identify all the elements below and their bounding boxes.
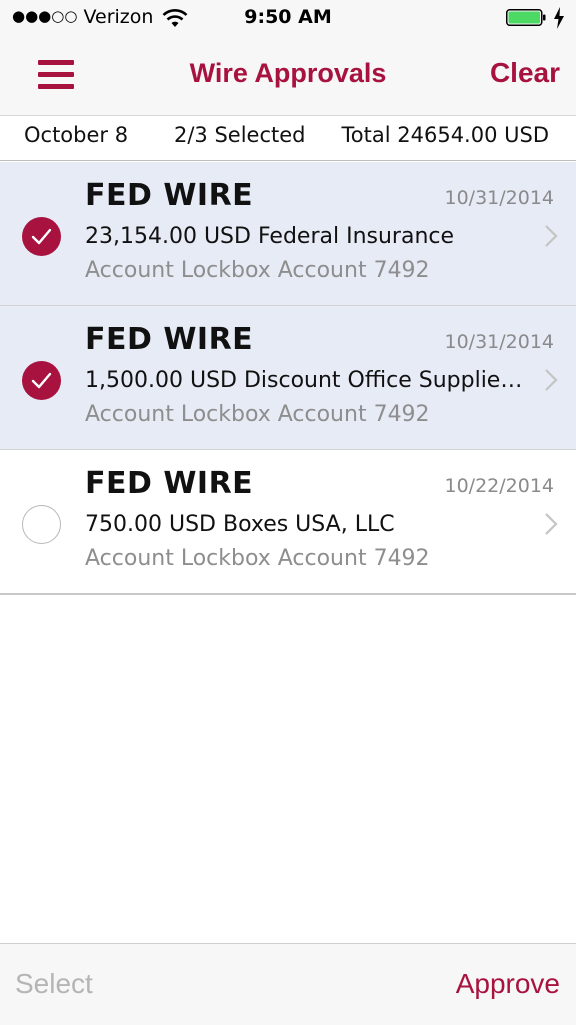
wire-account: Account Lockbox Account 7492 bbox=[85, 402, 430, 427]
wire-account: Account Lockbox Account 7492 bbox=[85, 546, 430, 571]
summary-date: October 8 bbox=[24, 123, 129, 147]
wire-date: 10/31/2014 bbox=[444, 187, 554, 209]
wire-amount-payee: 750.00 USD Boxes USA, LLC bbox=[85, 512, 395, 537]
wire-row[interactable]: FED WIRE 10/31/2014 1,500.00 USD Discoun… bbox=[0, 306, 576, 450]
wire-row[interactable]: FED WIRE 10/22/2014 750.00 USD Boxes USA… bbox=[0, 450, 576, 595]
chevron-right-icon bbox=[545, 513, 558, 535]
wire-list: FED WIRE 10/31/2014 23,154.00 USD Federa… bbox=[0, 162, 576, 595]
summary-selected-count: 2/3 Selected bbox=[174, 123, 306, 147]
bottom-toolbar: Select Approve bbox=[0, 943, 576, 1025]
select-button[interactable]: Select bbox=[15, 968, 93, 1000]
wire-type: FED WIRE bbox=[85, 322, 254, 357]
wire-date: 10/31/2014 bbox=[444, 331, 554, 353]
status-time: 9:50 AM bbox=[244, 6, 332, 28]
chevron-right-icon bbox=[545, 225, 558, 247]
status-bar: ●●●○○ Verizon 9:50 AM bbox=[0, 0, 576, 38]
charging-icon bbox=[554, 7, 564, 29]
wire-date: 10/22/2014 bbox=[444, 475, 554, 497]
summary-bar: October 8 2/3 Selected Total 24654.00 US… bbox=[0, 115, 576, 161]
wire-row[interactable]: FED WIRE 10/31/2014 23,154.00 USD Federa… bbox=[0, 162, 576, 306]
checkmark-icon[interactable] bbox=[22, 361, 61, 400]
wire-account: Account Lockbox Account 7492 bbox=[85, 258, 430, 283]
checkmark-icon[interactable] bbox=[22, 217, 61, 256]
chevron-right-icon bbox=[545, 369, 558, 391]
approve-button[interactable]: Approve bbox=[456, 968, 560, 1000]
wire-type: FED WIRE bbox=[85, 178, 254, 213]
clear-button[interactable]: Clear bbox=[490, 57, 560, 89]
wire-amount-payee: 23,154.00 USD Federal Insurance bbox=[85, 224, 455, 249]
wire-type: FED WIRE bbox=[85, 466, 254, 501]
battery-icon bbox=[506, 9, 546, 26]
summary-total: Total 24654.00 USD bbox=[341, 123, 549, 147]
empty-circle-icon[interactable] bbox=[22, 505, 61, 544]
wire-amount-payee: 1,500.00 USD Discount Office Supplie… bbox=[85, 368, 523, 393]
nav-bar: Wire Approvals Clear bbox=[0, 38, 576, 115]
